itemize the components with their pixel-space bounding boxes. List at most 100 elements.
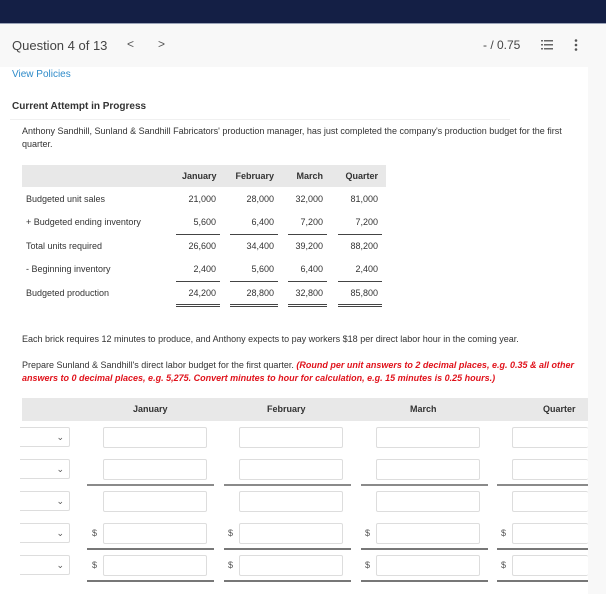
chevron-down-icon: ⌄ <box>56 464 64 474</box>
row-label-dropdown[interactable]: ⌄ <box>20 491 70 511</box>
february-input[interactable] <box>239 523 343 544</box>
row-label-dropdown[interactable]: ⌄ <box>20 459 70 479</box>
score-display: - / 0.75 <box>483 38 521 52</box>
chevron-right-icon[interactable]: > <box>158 37 165 51</box>
total-double-line <box>288 304 327 307</box>
cell-value: 32,800 <box>295 288 323 298</box>
currency-symbol: $ <box>365 528 371 538</box>
currency-symbol: $ <box>501 560 507 570</box>
more-vertical-icon[interactable] <box>574 39 578 51</box>
total-line <box>87 580 214 582</box>
cell-value: 21,000 <box>188 194 216 204</box>
row-label: Budgeted production <box>26 288 110 298</box>
row-label-dropdown[interactable]: ⌄ <box>20 555 70 575</box>
column-header: Quarter <box>543 404 576 414</box>
cell-value: 26,600 <box>188 241 216 251</box>
march-input[interactable] <box>376 427 480 448</box>
cell-value: 6,400 <box>300 264 323 274</box>
total-line <box>361 580 488 582</box>
row-label-dropdown[interactable]: ⌄ <box>20 523 70 543</box>
january-input[interactable] <box>103 555 207 576</box>
right-gutter <box>588 67 606 594</box>
row-label-dropdown[interactable]: ⌄ <box>20 427 70 447</box>
view-policies-link[interactable]: View Policies <box>12 69 71 80</box>
subtotal-line <box>338 234 382 235</box>
list-icon[interactable] <box>541 40 553 50</box>
divider <box>10 119 510 120</box>
cell-value: 24,200 <box>188 288 216 298</box>
march-input[interactable] <box>376 523 480 544</box>
cell-value: 39,200 <box>295 241 323 251</box>
subtotal-line <box>497 548 588 550</box>
subtotal-line <box>224 484 351 486</box>
column-header: February <box>235 171 274 181</box>
column-header: January <box>133 404 168 414</box>
subtotal-line <box>224 548 351 550</box>
column-header: February <box>267 404 306 414</box>
chevron-down-icon: ⌄ <box>56 432 64 442</box>
march-input[interactable] <box>376 459 480 480</box>
row-label: - Beginning inventory <box>26 264 111 274</box>
quarter-input[interactable] <box>512 555 588 576</box>
currency-symbol: $ <box>92 528 98 538</box>
february-input[interactable] <box>239 555 343 576</box>
instruction-text: Prepare Sunland & Sandhill's direct labo… <box>22 360 297 370</box>
cell-value: 7,200 <box>300 217 323 227</box>
total-line <box>497 580 588 582</box>
currency-symbol: $ <box>228 560 234 570</box>
subtotal-line <box>230 281 278 282</box>
january-input[interactable] <box>103 491 207 512</box>
cell-value: 34,400 <box>246 241 274 251</box>
cell-value: 85,800 <box>350 288 378 298</box>
total-double-line <box>176 304 220 307</box>
row-label: + Budgeted ending inventory <box>26 217 141 227</box>
cell-value: 28,800 <box>246 288 274 298</box>
intro-text: Anthony Sandhill, Sunland & Sandhill Fab… <box>22 126 562 149</box>
subtotal-line <box>288 281 327 282</box>
question-counter: Question 4 of 13 <box>12 38 108 53</box>
cell-value: 6,400 <box>251 217 274 227</box>
total-line <box>224 580 351 582</box>
info-text: Each brick requires 12 minutes to produc… <box>22 334 519 344</box>
subtotal-line <box>87 548 214 550</box>
column-header: March <box>410 404 437 414</box>
column-header: March <box>296 171 323 181</box>
march-input[interactable] <box>376 491 480 512</box>
february-input[interactable] <box>239 427 343 448</box>
column-header: Quarter <box>345 171 378 181</box>
question-header: Question 4 of 13 < > - / 0.75 <box>0 25 606 67</box>
january-input[interactable] <box>103 523 207 544</box>
subtotal-line <box>176 234 220 235</box>
january-input[interactable] <box>103 459 207 480</box>
february-input[interactable] <box>239 491 343 512</box>
total-double-line <box>338 304 382 307</box>
quarter-input[interactable] <box>512 523 588 544</box>
chevron-down-icon: ⌄ <box>56 560 64 570</box>
january-input[interactable] <box>103 427 207 448</box>
currency-symbol: $ <box>501 528 507 538</box>
cell-value: 81,000 <box>350 194 378 204</box>
quarter-input[interactable] <box>512 427 588 448</box>
subtotal-line <box>288 234 327 235</box>
quarter-input[interactable] <box>512 459 588 480</box>
cell-value: 28,000 <box>246 194 274 204</box>
february-input[interactable] <box>239 459 343 480</box>
subtotal-line <box>497 484 588 486</box>
cell-value: 2,400 <box>355 264 378 274</box>
currency-symbol: $ <box>228 528 234 538</box>
currency-symbol: $ <box>92 560 98 570</box>
cell-value: 7,200 <box>355 217 378 227</box>
subtotal-line <box>176 281 220 282</box>
quarter-input[interactable] <box>512 491 588 512</box>
chevron-down-icon: ⌄ <box>56 496 64 506</box>
column-header: January <box>182 171 217 181</box>
attempt-status: Current Attempt in Progress <box>12 101 147 112</box>
instruction-paragraph: Prepare Sunland & Sandhill's direct labo… <box>22 359 578 385</box>
subtotal-line <box>87 484 214 486</box>
row-label: Budgeted unit sales <box>26 194 106 204</box>
subtotal-line <box>230 234 278 235</box>
top-navigation-bar <box>0 0 606 24</box>
march-input[interactable] <box>376 555 480 576</box>
subtotal-line <box>361 548 488 550</box>
chevron-left-icon[interactable]: < <box>127 37 134 51</box>
